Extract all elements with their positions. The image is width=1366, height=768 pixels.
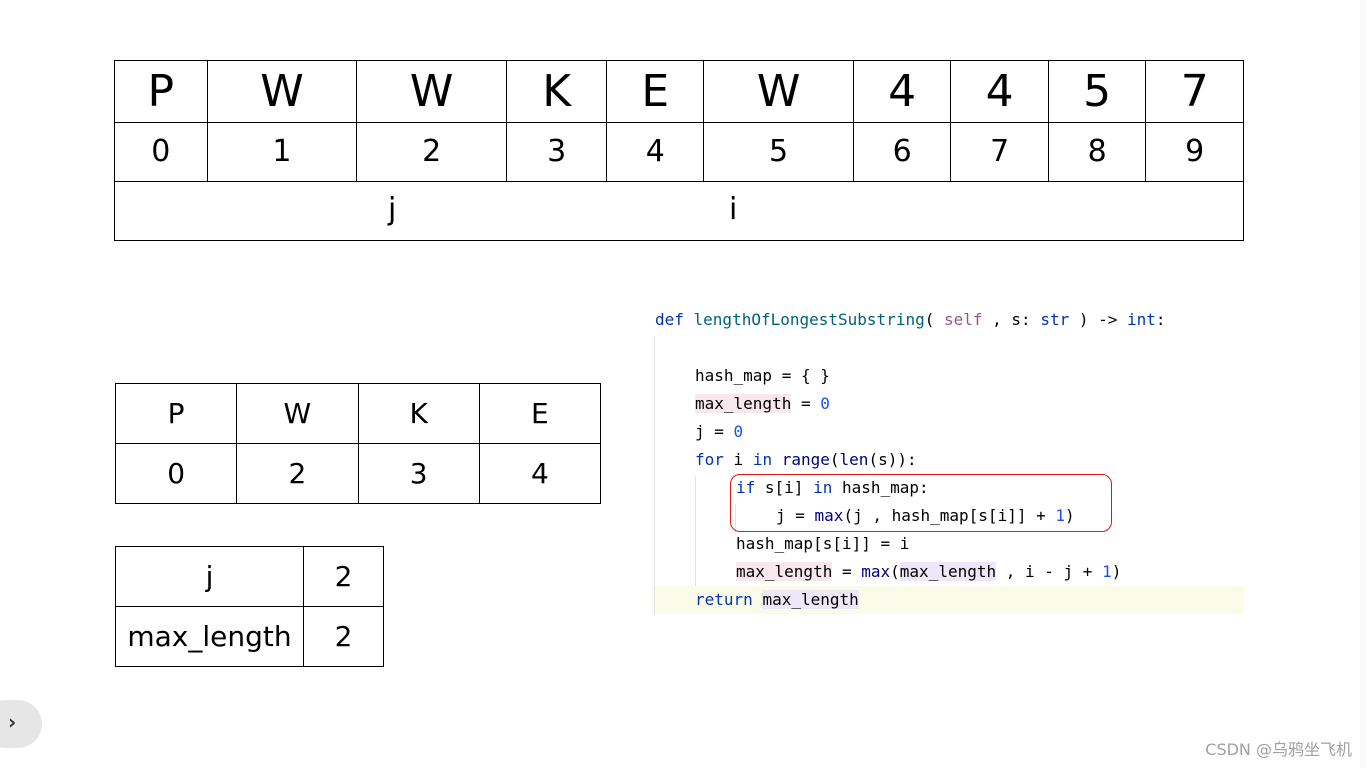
hash-map-values-row: 0 2 3 4 [114, 443, 602, 504]
code-token: ( [890, 562, 900, 581]
code-token: = [832, 562, 862, 581]
index-cell: 7 [950, 122, 1049, 182]
code-token: range [781, 450, 830, 469]
hash-map-keys-row: P W K E [114, 383, 602, 444]
highlight-box [730, 474, 1112, 532]
char-cell: 5 [1047, 60, 1147, 123]
hash-map-value: 4 [478, 443, 602, 504]
pointer-i-label: i [729, 192, 738, 227]
indent-guide [695, 476, 696, 586]
code-token: lengthOfLongestSubstring [693, 310, 925, 329]
right-edge-bar [1360, 0, 1366, 768]
char-cell: 7 [1145, 60, 1244, 123]
code-line-8: hash_map[s[i]] = i [736, 534, 910, 553]
index-cell: 1 [206, 122, 358, 182]
code-token: : [1155, 310, 1166, 329]
code-token: , s: [982, 310, 1041, 329]
char-cell: W [703, 60, 854, 123]
code-token: i [723, 450, 753, 469]
hash-map-value: 2 [236, 443, 359, 504]
code-line-5: for i in range(len(s)): [695, 446, 917, 474]
index-cell: 5 [703, 122, 854, 182]
index-row: 0 1 2 3 4 5 6 7 8 9 [114, 122, 1244, 182]
index-cell: 4 [606, 122, 705, 182]
code-token: return [695, 590, 753, 609]
code-snippet: def lengthOfLongestSubstring( self , s: … [652, 306, 1244, 614]
code-line-3: max_length = 0 [695, 390, 830, 418]
code-token: ) [1111, 562, 1122, 581]
hash-map-key: P [114, 383, 238, 444]
code-token: ( [829, 450, 840, 469]
code-token: for [695, 450, 724, 469]
code-token: def [655, 310, 694, 329]
code-token: ) -> [1069, 310, 1128, 329]
code-line-1: def lengthOfLongestSubstring( self , s: … [655, 306, 1166, 334]
char-cell: W [356, 60, 507, 123]
string-array-table: P W W K E W 4 4 5 7 0 1 2 3 4 5 6 7 8 9 … [114, 60, 1244, 241]
indent-guide [654, 336, 655, 614]
code-line-4: j = 0 [695, 418, 743, 446]
hash-map-key: W [236, 383, 359, 444]
var-name: max_length [115, 606, 304, 667]
code-line-2: hash_map = { } [695, 366, 830, 385]
code-token: max_length [762, 590, 859, 609]
code-line-9: max_length = max(max_length , i - j + 1) [736, 558, 1121, 586]
char-cell: E [606, 60, 705, 123]
index-cell: 8 [1047, 122, 1147, 182]
pointer-row: j i [114, 181, 1244, 241]
code-token: j = [695, 422, 734, 441]
index-cell: 3 [505, 122, 608, 182]
code-token: 0 [733, 422, 744, 441]
char-cell: K [505, 60, 608, 123]
code-token: max_length [736, 562, 833, 581]
char-cell: W [206, 60, 358, 123]
hash-map-key: K [357, 383, 480, 444]
code-token: max [861, 562, 891, 581]
watermark: CSDN @乌鸦坐飞机 [1205, 740, 1352, 759]
code-token: self [943, 310, 983, 329]
index-cell: 0 [114, 122, 208, 182]
var-value: 2 [303, 546, 384, 607]
pointer-cell: j i [114, 181, 1244, 241]
char-cell: P [114, 60, 208, 123]
hash-map-value: 0 [114, 443, 238, 504]
var-row-max-length: max_length 2 [115, 606, 384, 667]
hash-map-key: E [478, 383, 602, 444]
var-name: j [115, 546, 304, 607]
hash-map-value: 3 [357, 443, 480, 504]
code-token: 0 [820, 394, 830, 413]
index-cell: 9 [1145, 122, 1244, 182]
code-token: len [839, 450, 869, 469]
code-token: max_length [899, 562, 997, 581]
code-token: int [1127, 310, 1156, 329]
code-token: max_length [695, 394, 792, 413]
code-token: ( [924, 310, 944, 329]
hash-map-table: P W K E 0 2 3 4 [114, 383, 602, 504]
code-token: in [752, 450, 773, 469]
expand-sidebar-button[interactable]: › [0, 700, 42, 748]
index-cell: 6 [852, 122, 952, 182]
code-token: 1 [1102, 562, 1112, 581]
code-line-10: return max_length [695, 586, 859, 614]
code-token: (s)): [868, 450, 917, 469]
index-cell: 2 [356, 122, 507, 182]
char-cell: 4 [950, 60, 1049, 123]
var-value: 2 [303, 606, 384, 667]
code-token: , i - j + [996, 562, 1103, 581]
variables-table: j 2 max_length 2 [115, 546, 384, 667]
chevron-right-icon: › [8, 710, 17, 734]
code-token: str [1040, 310, 1070, 329]
code-token: = [791, 394, 821, 413]
pointer-j-label: j [388, 192, 397, 227]
chars-row: P W W K E W 4 4 5 7 [114, 60, 1244, 123]
var-row-j: j 2 [115, 546, 384, 607]
char-cell: 4 [852, 60, 952, 123]
